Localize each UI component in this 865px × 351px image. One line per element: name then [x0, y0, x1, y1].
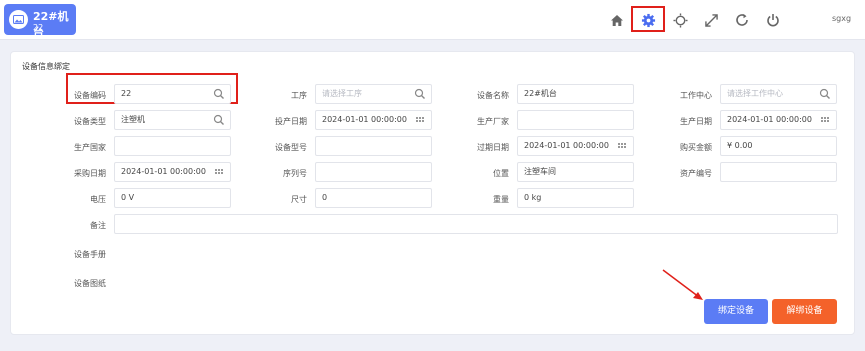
annotation-arrow-icon [662, 269, 703, 300]
manual-label: 设备手册 [74, 250, 106, 259]
device-binding-card: 设备信息绑定 设备编码 22 工序 请选择工序 设备名称 22#机台 工作中心 … [10, 51, 855, 335]
calendar-icon[interactable] [819, 114, 831, 126]
device-name-value: 22#机台 [524, 89, 557, 98]
power-icon[interactable] [764, 11, 782, 29]
top-bar: 22#机台 22 sgxg [0, 0, 865, 40]
device-code: 22 [33, 23, 44, 32]
calendar-icon[interactable] [414, 114, 426, 126]
user-name[interactable]: sgxg [832, 14, 851, 23]
serial-no-label: 序列号 [283, 169, 307, 178]
sun-icon[interactable] [671, 11, 689, 29]
calendar-icon[interactable] [213, 166, 225, 178]
device-name-label: 设备名称 [477, 91, 509, 100]
purchase-date-value: 2024-01-01 00:00:00 [121, 167, 206, 176]
serial-no-field[interactable] [315, 162, 432, 182]
remark-field[interactable] [114, 214, 838, 234]
production-date-label: 生产日期 [680, 117, 712, 126]
purchase-amount-field[interactable]: ¥ 0.00 [720, 136, 837, 156]
device-type-value: 注塑机 [121, 115, 145, 124]
gear-icon[interactable] [639, 11, 657, 29]
voltage-value: 0 V [121, 193, 135, 202]
drawing-label: 设备图纸 [74, 279, 106, 288]
location-label: 位置 [493, 169, 509, 178]
work-center-placeholder: 请选择工作中心 [727, 89, 783, 98]
expiry-date-value: 2024-01-01 00:00:00 [524, 141, 609, 150]
search-icon[interactable] [213, 88, 225, 100]
model-field[interactable] [315, 136, 432, 156]
remark-label: 备注 [90, 221, 106, 230]
section-title: 设备信息绑定 [22, 62, 70, 71]
process-label: 工序 [291, 91, 307, 100]
purchase-amount-value: ¥ 0.00 [727, 141, 753, 150]
refresh-icon[interactable] [733, 11, 751, 29]
process-placeholder: 请选择工序 [322, 89, 362, 98]
production-date-value: 2024-01-01 00:00:00 [727, 115, 812, 124]
manufacturer-field[interactable] [517, 110, 634, 130]
work-center-label: 工作中心 [680, 91, 712, 100]
work-center-field[interactable]: 请选择工作中心 [720, 84, 837, 104]
country-field[interactable] [114, 136, 231, 156]
country-label: 生产国家 [74, 143, 106, 152]
purchase-date-label: 采购日期 [74, 169, 106, 178]
size-value: 0 [322, 193, 328, 202]
weight-label: 重量 [493, 195, 509, 204]
device-type-label: 设备类型 [74, 117, 106, 126]
search-icon[interactable] [414, 88, 426, 100]
device-code-value: 22 [121, 89, 132, 98]
voltage-field[interactable]: 0 V [114, 188, 231, 208]
search-icon[interactable] [213, 114, 225, 126]
bind-device-button[interactable]: 绑定设备 [704, 299, 768, 324]
launch-date-value: 2024-01-01 00:00:00 [322, 115, 407, 124]
size-label: 尺寸 [291, 195, 307, 204]
launch-date-label: 投产日期 [275, 117, 307, 126]
purchase-date-field[interactable]: 2024-01-01 00:00:00 [114, 162, 231, 182]
expiry-date-field[interactable]: 2024-01-01 00:00:00 [517, 136, 634, 156]
location-field[interactable]: 注塑车间 [517, 162, 634, 182]
device-tag[interactable]: 22#机台 22 [4, 4, 76, 39]
manufacturer-label: 生产厂家 [477, 117, 509, 126]
purchase-amount-label: 购买金额 [680, 143, 712, 152]
weight-value: 0 kg [524, 193, 542, 202]
device-avatar [9, 10, 28, 29]
calendar-icon[interactable] [616, 140, 628, 152]
size-field[interactable]: 0 [315, 188, 432, 208]
asset-no-field[interactable] [720, 162, 837, 182]
process-field[interactable]: 请选择工序 [315, 84, 432, 104]
expiry-date-label: 过期日期 [477, 143, 509, 152]
device-code-field[interactable]: 22 [114, 84, 231, 104]
search-icon[interactable] [819, 88, 831, 100]
home-icon[interactable] [608, 11, 626, 29]
model-label: 设备型号 [275, 143, 307, 152]
voltage-label: 电压 [90, 195, 106, 204]
device-type-field[interactable]: 注塑机 [114, 110, 231, 130]
location-value: 注塑车间 [524, 167, 556, 176]
production-date-field[interactable]: 2024-01-01 00:00:00 [720, 110, 837, 130]
image-icon [13, 15, 24, 24]
weight-field[interactable]: 0 kg [517, 188, 634, 208]
asset-no-label: 资产编号 [680, 169, 712, 178]
expand-icon[interactable] [702, 11, 720, 29]
device-code-label: 设备编码 [74, 91, 106, 100]
launch-date-field[interactable]: 2024-01-01 00:00:00 [315, 110, 432, 130]
unbind-device-button[interactable]: 解绑设备 [772, 299, 837, 324]
device-name-field[interactable]: 22#机台 [517, 84, 634, 104]
